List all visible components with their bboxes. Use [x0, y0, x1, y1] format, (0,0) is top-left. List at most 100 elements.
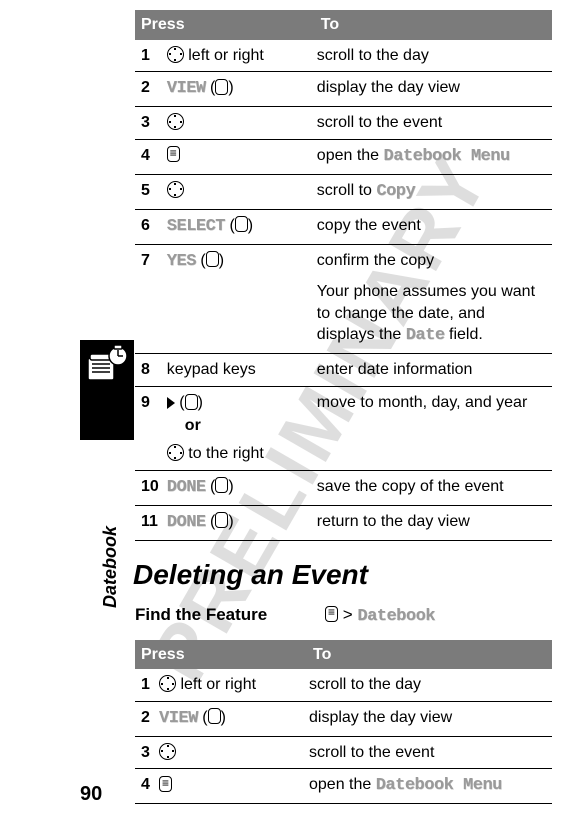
press-cell: left or right — [165, 40, 315, 72]
menu-icon — [159, 776, 172, 792]
ui-label: Date — [406, 326, 445, 345]
table-row: 3 scroll to the event — [135, 736, 552, 769]
step-num: 3 — [135, 736, 157, 769]
softkey-icon — [215, 477, 228, 493]
datebook-icon — [80, 340, 134, 440]
softkey-icon — [215, 79, 228, 95]
table-row: 3 scroll to the event — [135, 107, 552, 140]
ui-label: VIEW — [167, 79, 206, 98]
table-row: 9 () or to the right move to month, day,… — [135, 386, 552, 470]
step-num: 9 — [135, 386, 165, 470]
to-cell: display the day view — [307, 701, 552, 736]
to-text: open the — [317, 147, 384, 164]
press-text: to the right — [184, 445, 264, 462]
press-cell: DONE () — [165, 470, 315, 505]
table-row: 7 YES () confirm the copy Your phone ass… — [135, 244, 552, 354]
table-row: 4 open the Datebook Menu — [135, 139, 552, 174]
step-num: 2 — [135, 72, 165, 107]
nav-icon — [159, 675, 176, 692]
press-text: left or right — [176, 676, 256, 693]
to-cell: enter date information — [315, 354, 552, 387]
nav-icon — [167, 444, 184, 461]
press-cell — [165, 139, 315, 174]
table-header: Press To — [135, 640, 552, 670]
press-cell: SELECT () — [165, 209, 315, 244]
header-to: To — [315, 10, 552, 40]
right-triangle-icon — [167, 397, 175, 409]
to-cell: scroll to the event — [307, 736, 552, 769]
step-num: 3 — [135, 107, 165, 140]
press-cell: () or to the right — [165, 386, 315, 470]
to-cell: open the Datebook Menu — [307, 769, 552, 804]
steps-table-2: Press To 1 left or right scroll to the d… — [135, 640, 552, 805]
step-num: 7 — [135, 244, 165, 354]
to-cell: open the Datebook Menu — [315, 139, 552, 174]
table-row: 1 left or right scroll to the day — [135, 669, 552, 701]
table-row: 1 left or right scroll to the day — [135, 40, 552, 72]
to-text: open the — [309, 776, 376, 793]
table-row: 6 SELECT () copy the event — [135, 209, 552, 244]
table-row: 8 keypad keys enter date information — [135, 354, 552, 387]
ui-label: Datebook Menu — [384, 147, 510, 166]
steps-table-1: Press To 1 left or right scroll to the d… — [135, 10, 552, 541]
to-cell: confirm the copy Your phone assumes you … — [315, 244, 552, 354]
softkey-icon — [235, 216, 248, 232]
press-cell — [157, 736, 307, 769]
table-row: 11 DONE () return to the day view — [135, 505, 552, 540]
press-cell: VIEW () — [157, 701, 307, 736]
section-heading: Deleting an Event — [133, 559, 552, 591]
step-num: 8 — [135, 354, 165, 387]
ui-label: Datebook — [357, 607, 435, 626]
to-cell: scroll to the day — [307, 669, 552, 701]
ui-label: Datebook Menu — [376, 776, 502, 795]
press-cell — [165, 174, 315, 209]
ui-label: Copy — [376, 182, 415, 201]
step-num: 11 — [135, 505, 165, 540]
header-press: Press — [135, 10, 315, 40]
table-row: 2 VIEW () display the day view — [135, 72, 552, 107]
to-cell: scroll to the day — [315, 40, 552, 72]
to-text: confirm the copy — [317, 250, 546, 272]
to-cell: copy the event — [315, 209, 552, 244]
ui-label: SELECT — [167, 217, 225, 236]
ui-label: DONE — [167, 478, 206, 497]
find-feature-row: Find the Feature > Datebook — [135, 605, 552, 626]
softkey-icon — [206, 251, 219, 267]
ui-label: VIEW — [159, 709, 198, 728]
sidebar: Datebook — [80, 340, 134, 440]
find-feature-label: Find the Feature — [135, 605, 325, 626]
to-cell: return to the day view — [315, 505, 552, 540]
to-cell: scroll to the event — [315, 107, 552, 140]
sidebar-label: Datebook — [100, 526, 121, 608]
nav-icon — [167, 113, 184, 130]
table-header: Press To — [135, 10, 552, 40]
step-num: 1 — [135, 40, 165, 72]
softkey-icon — [185, 394, 198, 410]
press-cell — [165, 107, 315, 140]
to-cell: save the copy of the event — [315, 470, 552, 505]
press-cell: DONE () — [165, 505, 315, 540]
header-press: Press — [135, 640, 307, 670]
press-cell: keypad keys — [165, 354, 315, 387]
table-row: 4 open the Datebook Menu — [135, 769, 552, 804]
to-text-2b: field. — [445, 326, 483, 343]
softkey-icon — [208, 708, 221, 724]
step-num: 2 — [135, 701, 157, 736]
nav-icon — [167, 46, 184, 63]
step-num: 4 — [135, 139, 165, 174]
menu-icon — [325, 606, 338, 622]
press-cell — [157, 769, 307, 804]
softkey-icon — [215, 512, 228, 528]
table-row: 5 scroll to Copy — [135, 174, 552, 209]
step-num: 10 — [135, 470, 165, 505]
table-row: 2 VIEW () display the day view — [135, 701, 552, 736]
to-cell: move to month, day, and year — [315, 386, 552, 470]
press-cell: VIEW () — [165, 72, 315, 107]
press-cell: left or right — [157, 669, 307, 701]
find-feature-value: > Datebook — [325, 605, 435, 626]
press-text: left or right — [184, 47, 264, 64]
to-cell: scroll to Copy — [315, 174, 552, 209]
header-to: To — [307, 640, 552, 670]
table-row: 10 DONE () save the copy of the event — [135, 470, 552, 505]
press-cell: YES () — [165, 244, 315, 354]
